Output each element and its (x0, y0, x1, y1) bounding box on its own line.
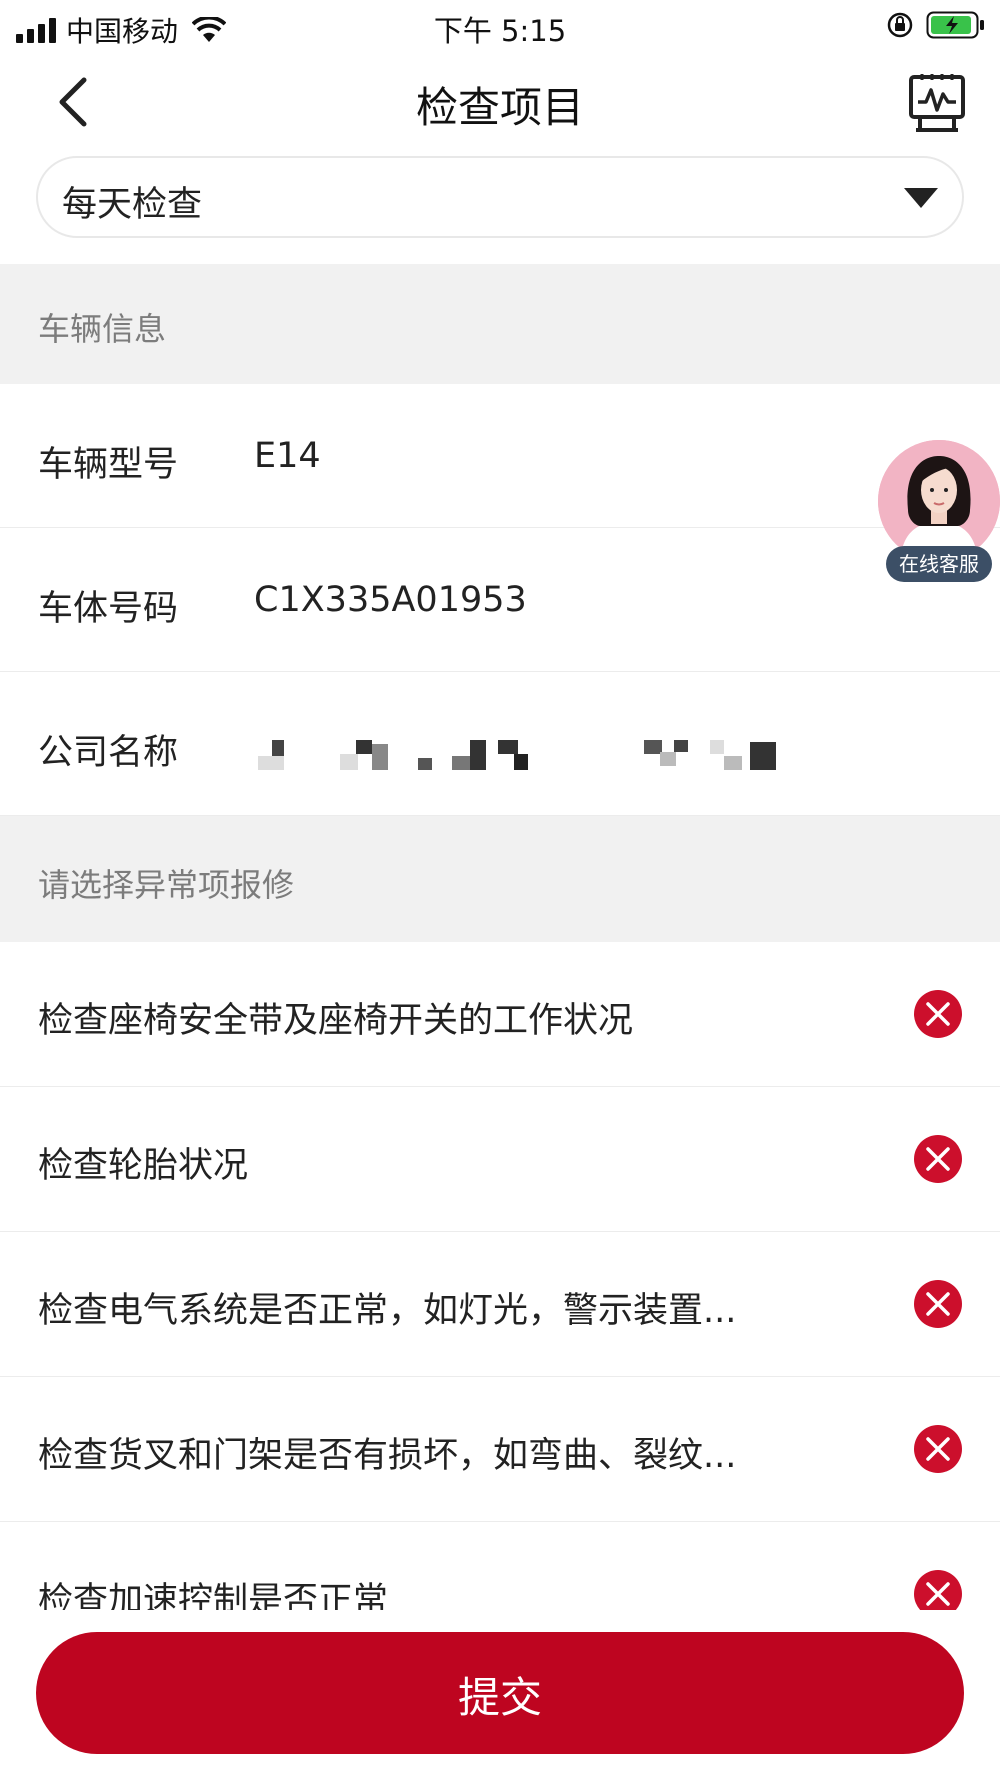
submit-label: 提交 (457, 1674, 542, 1721)
check-item[interactable]: 检查加速控制是否正常 (0, 1522, 1000, 1610)
page-title: 检查项目 (415, 83, 584, 132)
caret-down-icon (904, 188, 938, 208)
check-item[interactable]: 检查电气系统是否正常，如灯光，警示装置... (0, 1232, 1000, 1377)
status-bar: 中国移动 下午 5:15 (0, 0, 1000, 52)
online-support-button[interactable]: 在线客服 (878, 440, 1000, 590)
support-avatar (878, 440, 1000, 562)
check-item[interactable]: 检查轮胎状况 (0, 1087, 1000, 1232)
close-circle-icon[interactable] (914, 1280, 962, 1328)
close-circle-icon[interactable] (914, 1425, 962, 1473)
nav-bar: 检查项目 (0, 60, 1000, 144)
status-right (886, 10, 986, 40)
vehicle-body-number-value: C1X335A01953 (254, 580, 527, 620)
close-circle-icon[interactable] (914, 1135, 962, 1183)
vehicle-info-header: 车辆信息 (0, 264, 1000, 384)
support-label: 在线客服 (886, 546, 992, 582)
close-circle-icon[interactable] (914, 1570, 962, 1610)
check-item-label: 检查电气系统是否正常，如灯光，警示装置... (38, 1291, 737, 1331)
vehicle-model-value: E14 (254, 436, 321, 476)
check-item[interactable]: 检查座椅安全带及座椅开关的工作状况 (0, 942, 1000, 1087)
check-item-label: 检查货叉和门架是否有损坏，如弯曲、裂纹... (38, 1436, 737, 1476)
vehicle-model-row: 车辆型号 E14 (0, 384, 1000, 528)
check-item[interactable]: 检查货叉和门架是否有损坏，如弯曲、裂纹... (0, 1377, 1000, 1522)
redacted-company-name (254, 730, 814, 772)
status-time: 下午 5:15 (433, 14, 567, 48)
inspection-frequency-select[interactable]: 每天检查 (36, 156, 964, 238)
close-circle-icon[interactable] (914, 990, 962, 1038)
battery-icon (926, 11, 984, 39)
check-item-label: 检查轮胎状况 (38, 1146, 249, 1186)
vehicle-model-label: 车辆型号 (38, 445, 179, 485)
submit-button[interactable]: 提交 (36, 1632, 964, 1754)
repair-section-header: 请选择异常项报修 (0, 816, 1000, 942)
check-item-list: 检查座椅安全带及座椅开关的工作状况 检查轮胎状况 检查电气系统是否正常，如灯光，… (0, 942, 1000, 1610)
section-title: 车辆信息 (38, 310, 167, 348)
check-item-label: 检查加速控制是否正常 (38, 1581, 389, 1610)
chart-monitor-icon[interactable] (908, 72, 966, 134)
company-name-label: 公司名称 (38, 733, 179, 773)
vehicle-body-number-row: 车体号码 C1X335A01953 (0, 528, 1000, 672)
select-value: 每天检查 (62, 185, 203, 225)
orientation-lock-icon (887, 12, 913, 38)
check-item-label: 检查座椅安全带及座椅开关的工作状况 (38, 1001, 634, 1041)
company-name-row: 公司名称 (0, 672, 1000, 816)
vehicle-body-number-label: 车体号码 (38, 589, 179, 629)
section-title: 请选择异常项报修 (38, 866, 295, 904)
